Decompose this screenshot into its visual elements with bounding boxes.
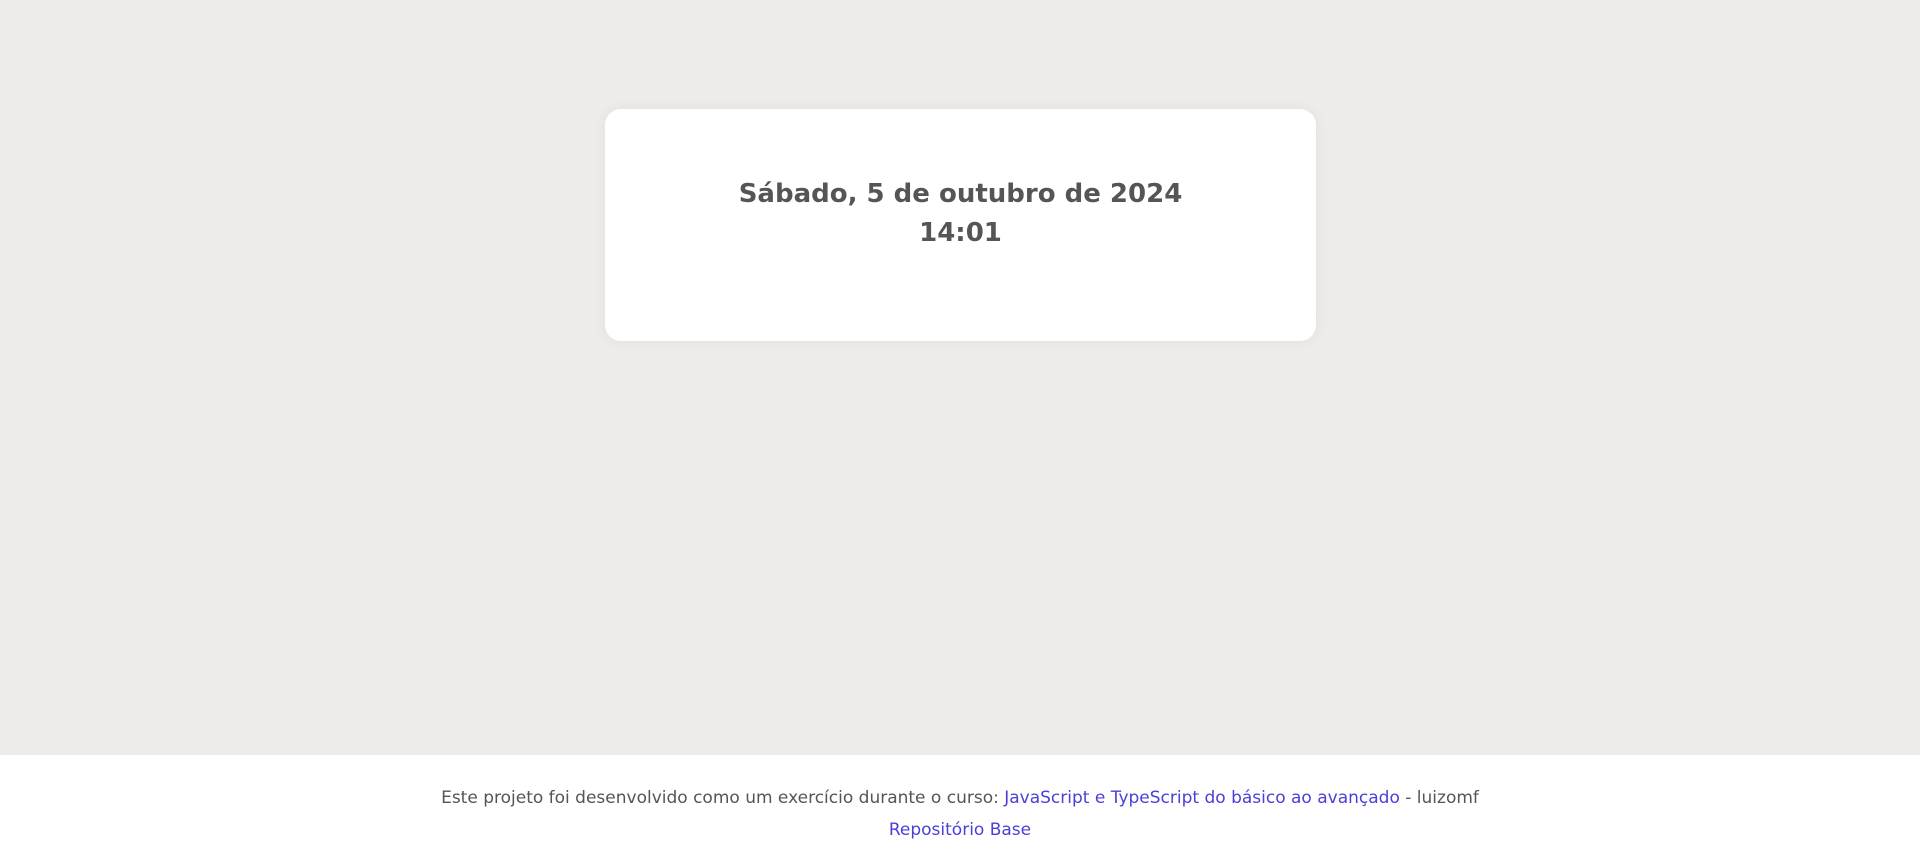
footer-prefix-text: Este projeto foi desenvolvido como um ex…: [441, 788, 1005, 808]
footer-credit-line: Este projeto foi desenvolvido como um ex…: [0, 782, 1920, 814]
course-link[interactable]: JavaScript e TypeScript do básico ao ava…: [1004, 788, 1400, 808]
footer: Este projeto foi desenvolvido como um ex…: [0, 755, 1920, 861]
main-area: Sábado, 5 de outubro de 2024 14:01: [0, 0, 1920, 755]
footer-author-text: - luizomf: [1399, 788, 1479, 808]
footer-repo-line: Repositório Base: [0, 814, 1920, 846]
repo-link[interactable]: Repositório Base: [889, 820, 1031, 840]
clock-time: 14:01: [919, 218, 1002, 248]
clock-card: Sábado, 5 de outubro de 2024 14:01: [605, 109, 1316, 341]
clock-date: Sábado, 5 de outubro de 2024: [738, 179, 1183, 209]
